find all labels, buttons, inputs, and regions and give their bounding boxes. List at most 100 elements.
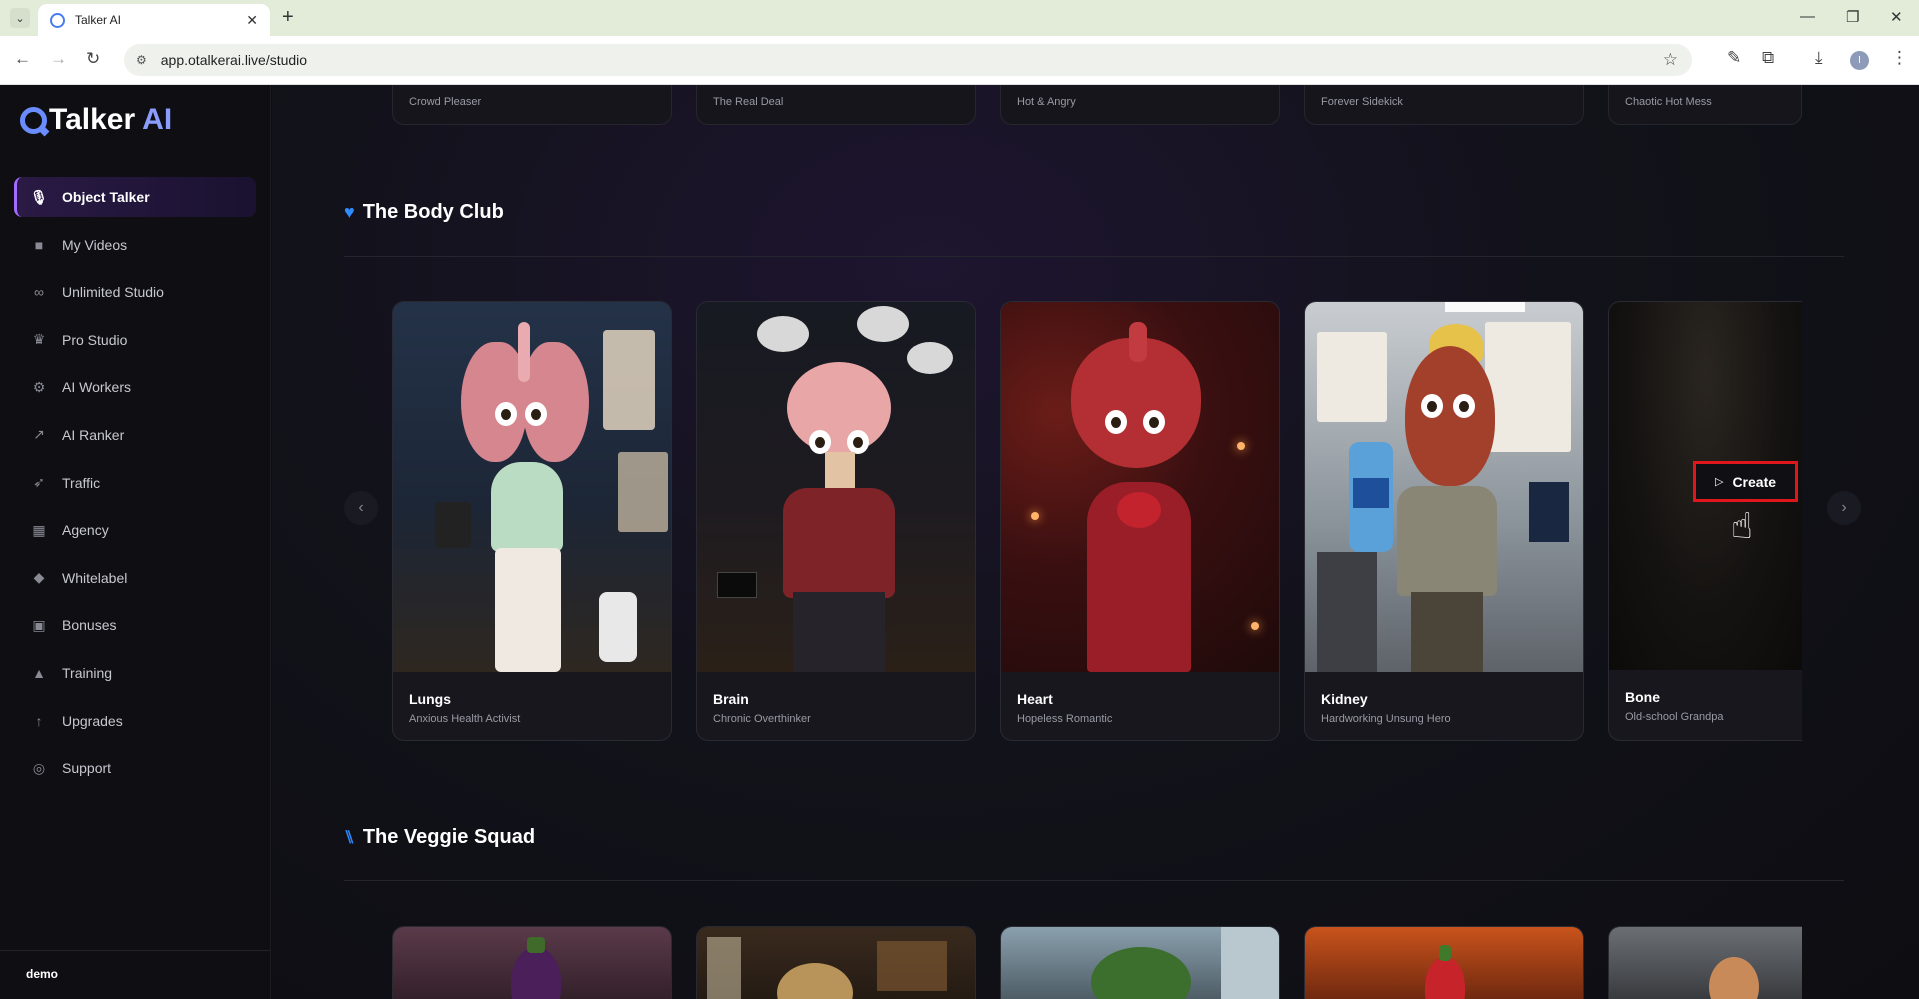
character-name: Brain <box>713 691 749 707</box>
tab-search-icon[interactable]: ⌄ <box>10 8 30 28</box>
sidebar-item-pro-studio[interactable]: ♛ Pro Studio <box>14 320 256 360</box>
character-image <box>1305 302 1583 672</box>
browser-tab[interactable]: Talker AI ✕ <box>38 4 270 36</box>
card-subtitle: The Real Deal <box>713 96 784 108</box>
sidebar-item-label: Traffic <box>62 474 101 491</box>
section-title-text: The Body Club <box>362 201 504 223</box>
graduation-cap-icon: ▲ <box>32 664 46 681</box>
card-subtitle: Crowd Pleaser <box>409 96 482 108</box>
sidebar-nav: 🎙︎ Object Talker ■ My Videos ∞ Unlimited… <box>14 177 256 796</box>
user-box[interactable]: demo <box>0 950 271 999</box>
tag-icon: ◆ <box>33 569 45 586</box>
address-bar[interactable]: ⚙ app.otalkerai.live/studio ☆ <box>124 44 1692 76</box>
character-card-bone[interactable]: Bone Old-school Grandpa <box>1608 301 1802 741</box>
character-image <box>1305 927 1583 999</box>
character-subtitle: Hopeless Romantic <box>1017 713 1113 725</box>
character-card-lungs[interactable]: Lungs Anxious Health Activist <box>392 301 672 741</box>
veggie-card[interactable] <box>1000 926 1280 999</box>
sidebar-item-ai-ranker[interactable]: ↗ AI Ranker <box>14 415 256 455</box>
url-text: app.otalkerai.live/studio <box>160 52 308 68</box>
logo-mark-icon <box>20 106 47 134</box>
character-image <box>1609 927 1802 999</box>
prev-card[interactable]: Forever Sidekick <box>1304 85 1584 125</box>
extensions-icon[interactable]: ⧉ <box>1762 48 1774 68</box>
tab-favicon-icon <box>50 12 65 28</box>
card-subtitle: Forever Sidekick <box>1321 96 1403 108</box>
utensils-icon: ⑊ <box>344 827 355 847</box>
section-title-veggie-squad: ⑊ The Veggie Squad <box>344 826 535 849</box>
carousel-prev-button[interactable]: ‹ <box>344 491 378 525</box>
prev-card[interactable]: Crowd Pleaser <box>392 85 672 125</box>
sidebar-item-label: Support <box>62 760 112 777</box>
character-image <box>697 302 975 672</box>
pen-extension-icon[interactable]: ✎ <box>1727 48 1741 68</box>
veggie-card[interactable] <box>1304 926 1584 999</box>
sidebar-item-my-videos[interactable]: ■ My Videos <box>14 225 256 265</box>
browser-toolbar: ← → ↻ ⚙ app.otalkerai.live/studio ☆ ✎ ⧉ … <box>0 36 1919 85</box>
character-card-brain[interactable]: Brain Chronic Overthinker <box>696 301 976 741</box>
logo-ai-text: AI <box>142 103 173 136</box>
character-name: Kidney <box>1321 691 1368 707</box>
sidebar-item-object-talker[interactable]: 🎙︎ Object Talker <box>14 177 256 217</box>
section-divider <box>344 880 1844 881</box>
bookmark-star-icon[interactable]: ☆ <box>1663 50 1678 70</box>
sidebar-item-whitelabel[interactable]: ◆ Whitelabel <box>14 558 256 598</box>
tab-close-icon[interactable]: ✕ <box>246 12 258 29</box>
prev-card[interactable]: Hot & Angry <box>1000 85 1280 125</box>
sidebar-item-label: Whitelabel <box>62 569 128 586</box>
sidebar-item-upgrades[interactable]: ↑ Upgrades <box>14 701 256 741</box>
sidebar-item-label: Pro Studio <box>62 331 128 348</box>
character-name: Bone <box>1625 689 1660 705</box>
character-image <box>393 302 671 672</box>
character-subtitle: Chronic Overthinker <box>713 713 811 725</box>
robot-icon: ⚙ <box>32 378 46 395</box>
play-icon: ▷ <box>1714 476 1724 488</box>
sidebar-item-traffic[interactable]: ➶ Traffic <box>14 463 256 503</box>
sidebar-item-label: AI Workers <box>62 379 131 396</box>
logo[interactable]: Talker AI <box>20 103 172 137</box>
create-button[interactable]: ▷ Create <box>1693 461 1798 502</box>
microphone-icon: 🎙︎ <box>30 188 48 205</box>
sidebar-item-ai-workers[interactable]: ⚙ AI Workers <box>14 367 256 407</box>
forward-icon[interactable]: → <box>50 49 67 69</box>
veggie-card[interactable] <box>696 926 976 999</box>
new-tab-icon[interactable]: + <box>282 7 294 27</box>
character-card-heart[interactable]: Heart Hopeless Romantic <box>1000 301 1280 741</box>
prev-card[interactable]: Chaotic Hot Mess <box>1608 85 1802 125</box>
chart-line-icon: ↗ <box>33 426 45 443</box>
veggie-card[interactable] <box>392 926 672 999</box>
sidebar-item-label: My Videos <box>62 236 128 253</box>
site-info-icon[interactable]: ⚙ <box>136 53 147 67</box>
browser-tabstrip: ⌄ Talker AI ✕ + — ❐ ✕ <box>0 0 1919 36</box>
character-subtitle: Anxious Health Activist <box>409 713 521 725</box>
sidebar-item-label: Unlimited Studio <box>62 284 164 301</box>
sidebar-item-unlimited-studio[interactable]: ∞ Unlimited Studio <box>14 272 256 312</box>
profile-avatar[interactable]: I <box>1850 51 1869 70</box>
card-subtitle: Chaotic Hot Mess <box>1625 96 1712 108</box>
prev-card[interactable]: The Real Deal <box>696 85 976 125</box>
sidebar-item-agency[interactable]: ▦ Agency <box>14 510 256 550</box>
card-subtitle: Hot & Angry <box>1017 96 1076 108</box>
character-name: Heart <box>1017 691 1053 707</box>
reload-icon[interactable]: ↻ <box>86 49 100 69</box>
arrow-up-icon: ↑ <box>35 712 43 729</box>
character-card-kidney[interactable]: Kidney Hardworking Unsung Hero <box>1304 301 1584 741</box>
tab-title: Talker AI <box>75 13 122 27</box>
veggie-card[interactable] <box>1608 926 1802 999</box>
carousel-next-button[interactable]: › <box>1827 491 1861 525</box>
download-icon[interactable]: ⤓ <box>1815 48 1823 68</box>
browser-menu-icon[interactable]: ⋮ <box>1891 48 1908 68</box>
sidebar-item-training[interactable]: ▲ Training <box>14 653 256 693</box>
close-window-icon[interactable]: ✕ <box>1890 8 1903 26</box>
building-icon: ▦ <box>32 521 46 538</box>
minimize-icon[interactable]: — <box>1800 8 1815 25</box>
character-image <box>697 927 975 999</box>
sidebar-item-support[interactable]: ◎ Support <box>14 748 256 788</box>
gift-icon: ▣ <box>32 616 46 633</box>
hand-cursor-icon: ☝ <box>1731 505 1753 546</box>
restore-icon[interactable]: ❐ <box>1846 8 1859 26</box>
back-icon[interactable]: ← <box>14 49 31 69</box>
sidebar-item-bonuses[interactable]: ▣ Bonuses <box>14 605 256 645</box>
character-image <box>1001 302 1279 672</box>
character-image <box>1001 927 1279 999</box>
